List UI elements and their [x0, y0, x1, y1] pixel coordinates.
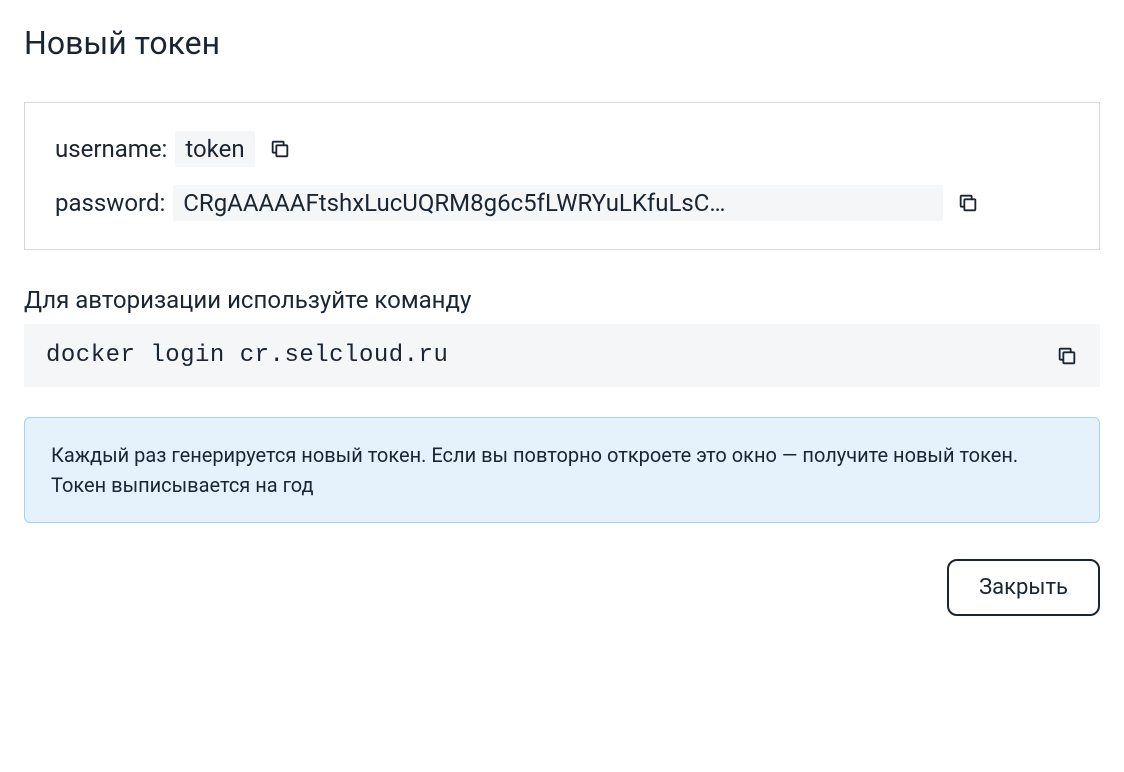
info-text: Каждый раз генерируется новый токен. Есл…: [51, 440, 1073, 500]
username-label: username:: [55, 135, 167, 163]
info-box: Каждый раз генерируется новый токен. Есл…: [24, 417, 1100, 523]
username-value: token: [175, 131, 254, 167]
copy-icon: [1056, 345, 1078, 367]
copy-icon: [269, 138, 291, 160]
dialog-title: Новый токен: [24, 24, 1100, 62]
credentials-box: username: token password: CRgAAAAAFtshxL…: [24, 102, 1100, 250]
copy-command-button[interactable]: [1056, 345, 1078, 367]
copy-username-button[interactable]: [269, 138, 291, 160]
username-row: username: token: [55, 131, 1069, 167]
password-value: CRgAAAAAFtshxLucUQRM8g6c5fLWRYuLKfuLsC…: [173, 185, 943, 221]
command-text: docker login cr.selcloud.ru: [46, 342, 448, 369]
password-label: password:: [55, 189, 165, 217]
copy-password-button[interactable]: [957, 192, 979, 214]
instruction-text: Для авторизации используйте команду: [24, 286, 1100, 314]
password-row: password: CRgAAAAAFtshxLucUQRM8g6c5fLWRY…: [55, 185, 1069, 221]
dialog-footer: Закрыть: [24, 559, 1100, 616]
close-button[interactable]: Закрыть: [947, 559, 1100, 616]
command-box: docker login cr.selcloud.ru: [24, 324, 1100, 387]
copy-icon: [957, 192, 979, 214]
